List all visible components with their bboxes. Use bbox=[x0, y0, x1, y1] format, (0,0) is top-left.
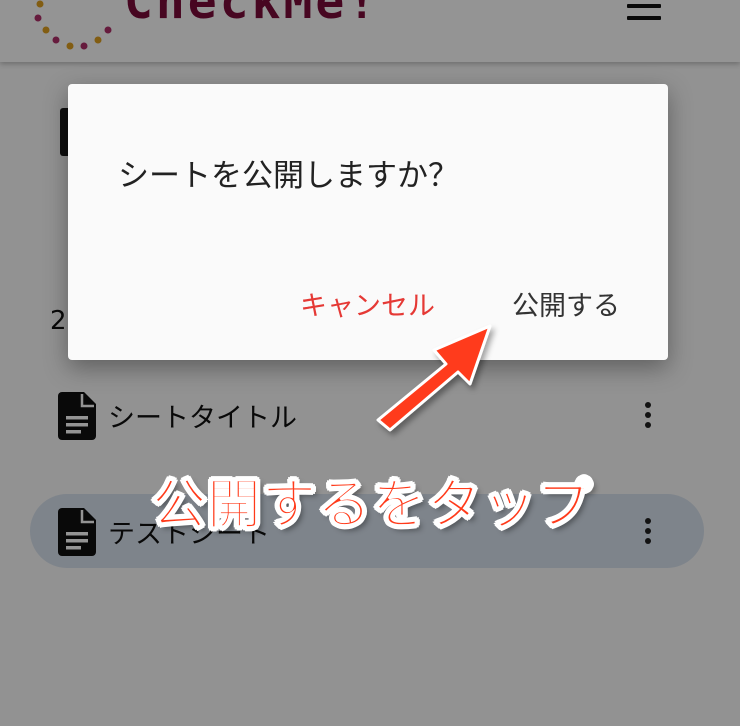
cancel-button[interactable]: キャンセル bbox=[300, 284, 435, 323]
publish-button[interactable]: 公開する bbox=[512, 284, 620, 323]
annotation-callout: 公開するをタップ bbox=[152, 473, 592, 537]
dialog-title: シートを公開しますか？ bbox=[118, 158, 459, 194]
publish-confirm-dialog: シートを公開しますか？ キャンセル 公開する bbox=[68, 84, 668, 360]
